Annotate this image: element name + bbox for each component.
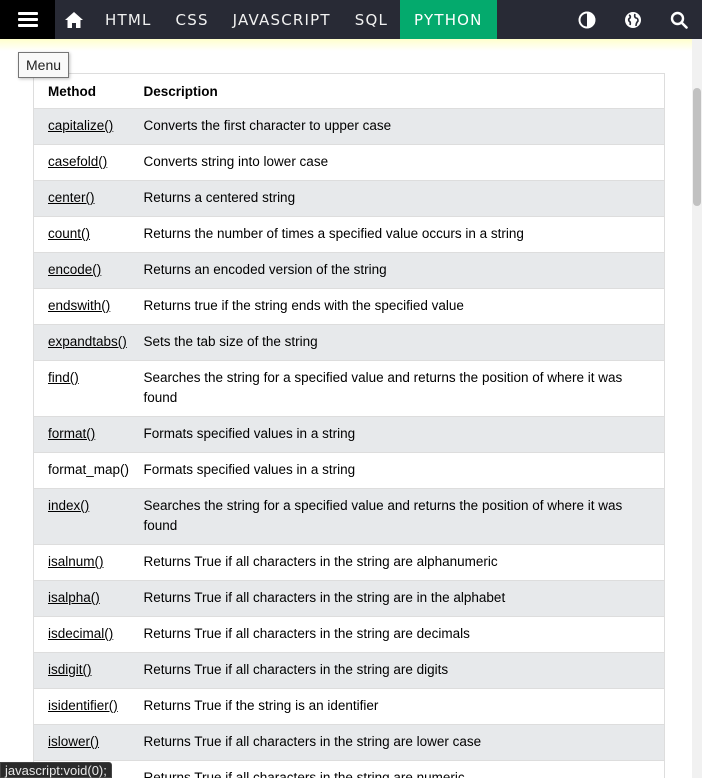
method-cell: center() xyxy=(34,181,130,217)
description-cell: Formats specified values in a string xyxy=(143,462,356,477)
nav-link-sql[interactable]: SQL xyxy=(343,0,400,39)
scrollbar-thumb[interactable] xyxy=(693,88,701,206)
method-cell: index() xyxy=(34,489,130,545)
nav-link-python[interactable]: PYTHON xyxy=(400,0,497,39)
method-link[interactable]: count() xyxy=(48,226,90,241)
method-cell: format_map() xyxy=(34,453,130,489)
method-cell: islower() xyxy=(34,725,130,761)
method-link[interactable]: expandtabs() xyxy=(48,334,127,349)
table-body: capitalize() Converts the first character… xyxy=(33,108,665,778)
method-cell: isdecimal() xyxy=(34,617,130,653)
method-cell: encode() xyxy=(34,253,130,289)
table-row: isalpha() Returns True if all characters … xyxy=(33,580,665,617)
method-link[interactable]: isalnum() xyxy=(48,554,104,569)
method-link[interactable]: format() xyxy=(48,426,95,441)
method-link[interactable]: endswith() xyxy=(48,298,110,313)
table-row: isidentifier() Returns True if the string… xyxy=(33,688,665,725)
description-cell: Returns True if the string is an identif… xyxy=(143,698,379,713)
method-cell: isalpha() xyxy=(34,581,130,617)
table-row: format_map() Formats specified values in … xyxy=(33,452,665,489)
method-cell: format() xyxy=(34,417,130,453)
description-cell: Returns True if all characters in the st… xyxy=(143,770,465,778)
description-cell: Returns a centered string xyxy=(143,190,296,205)
notice-strip xyxy=(0,39,692,51)
link-status-bar: javascript:void(0); xyxy=(0,762,112,778)
table-row: islower() Returns True if all characters … xyxy=(33,724,665,761)
method-cell: casefold() xyxy=(34,145,130,181)
contrast-icon xyxy=(578,11,596,28)
translate-button[interactable] xyxy=(610,0,656,39)
method-link[interactable]: encode() xyxy=(48,262,101,277)
description-cell: Formats specified values in a string xyxy=(143,426,356,441)
top-navigation-bar: HTML CSS JAVASCRIPT SQL PYTHON xyxy=(0,0,702,39)
method-link[interactable]: isalpha() xyxy=(48,590,100,605)
description-cell: Returns True if all characters in the st… xyxy=(143,590,506,605)
menu-tooltip: Menu xyxy=(18,52,70,78)
method-cell: count() xyxy=(34,217,130,253)
table-row: isdecimal() Returns True if all character… xyxy=(33,616,665,653)
table-row: endswith() Returns true if the string end… xyxy=(33,288,665,325)
home-button[interactable] xyxy=(55,0,93,39)
method-link[interactable]: isdigit() xyxy=(48,662,92,677)
table-row: Returns True if all characters in the st… xyxy=(33,760,665,778)
menu-button[interactable] xyxy=(0,0,55,39)
method-link[interactable]: center() xyxy=(48,190,95,205)
method-cell: isidentifier() xyxy=(34,689,130,725)
method-link[interactable]: isidentifier() xyxy=(48,698,118,713)
search-icon xyxy=(670,11,688,29)
method-link[interactable]: find() xyxy=(48,370,79,385)
description-cell: Returns True if all characters in the st… xyxy=(143,662,449,677)
method-link[interactable]: isdecimal() xyxy=(48,626,113,641)
description-cell: Returns True if all characters in the st… xyxy=(143,554,498,569)
method-link[interactable]: casefold() xyxy=(48,154,107,169)
description-cell: Returns True if all characters in the st… xyxy=(143,734,482,749)
method-cell: isdigit() xyxy=(34,653,130,689)
method-cell: isalnum() xyxy=(34,545,130,581)
method-name: format_map() xyxy=(48,462,130,477)
hamburger-menu-icon xyxy=(17,9,38,30)
table-row: capitalize() Converts the first character… xyxy=(33,108,665,145)
method-cell: find() xyxy=(34,361,130,417)
column-header-method: Method xyxy=(48,84,96,99)
table-header-row: Method Description xyxy=(33,73,665,109)
nav-link-javascript[interactable]: JAVASCRIPT xyxy=(221,0,343,39)
description-cell: Returns true if the string ends with the… xyxy=(143,298,464,313)
table-row: expandtabs() Sets the tab size of the str… xyxy=(33,324,665,361)
globe-icon xyxy=(625,11,641,28)
column-header-description: Description xyxy=(143,84,218,99)
nav-link-css[interactable]: CSS xyxy=(164,0,221,39)
description-cell: Converts the first character to upper ca… xyxy=(143,118,392,133)
description-cell: Converts string into lower case xyxy=(143,154,329,169)
method-link[interactable]: islower() xyxy=(48,734,99,749)
contrast-toggle-button[interactable] xyxy=(564,0,610,39)
table-row: isalnum() Returns True if all characters … xyxy=(33,544,665,581)
description-cell: Returns an encoded version of the string xyxy=(143,262,387,277)
description-cell: Searches the string for a specified valu… xyxy=(143,498,623,533)
method-cell: expandtabs() xyxy=(34,325,130,361)
description-cell: Searches the string for a specified valu… xyxy=(143,370,623,405)
table-row: index() Searches the string for a specifi… xyxy=(33,488,665,545)
table-row: isdigit() Returns True if all characters … xyxy=(33,652,665,689)
method-cell: capitalize() xyxy=(34,109,130,145)
description-cell: Returns True if all characters in the st… xyxy=(143,626,470,641)
description-cell: Sets the tab size of the string xyxy=(143,334,318,349)
table-row: count() Returns the number of times a spe… xyxy=(33,216,665,253)
table-row: casefold() Converts string into lower cas… xyxy=(33,144,665,181)
description-cell: Returns the number of times a specified … xyxy=(143,226,524,241)
table-row: encode() Returns an encoded version of th… xyxy=(33,252,665,289)
table-row: find() Searches the string for a specifie… xyxy=(33,360,665,417)
string-methods-table: Method Description capitalize() Converts … xyxy=(33,73,665,778)
method-link[interactable]: index() xyxy=(48,498,89,513)
nav-link-html[interactable]: HTML xyxy=(93,0,164,39)
search-button[interactable] xyxy=(656,0,702,39)
home-icon xyxy=(65,11,83,28)
table-row: center() Returns a centered string xyxy=(33,180,665,217)
table-row: format() Formats specified values in a st… xyxy=(33,416,665,453)
method-cell: endswith() xyxy=(34,289,130,325)
method-link[interactable]: capitalize() xyxy=(48,118,113,133)
